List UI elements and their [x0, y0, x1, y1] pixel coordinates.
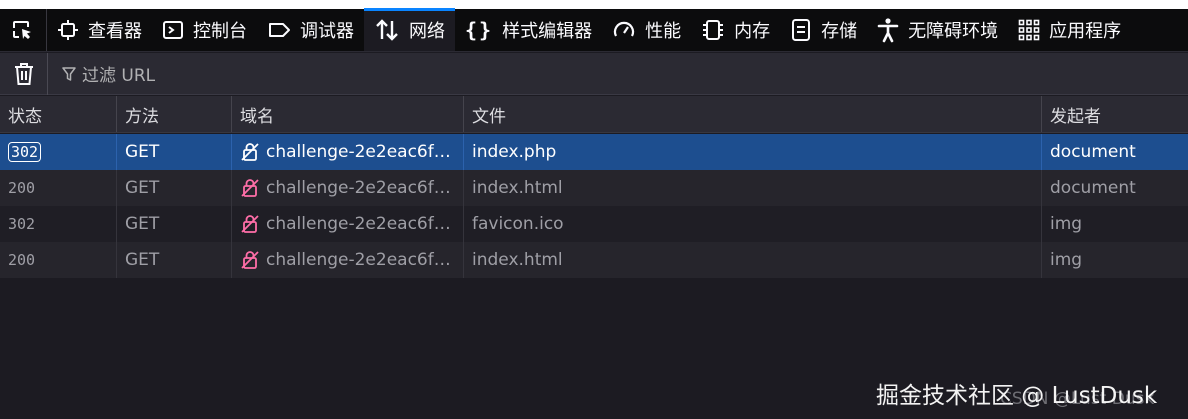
insecure-lock-icon [241, 251, 259, 269]
element-picker-icon [13, 21, 31, 39]
window-top-border [0, 0, 1188, 9]
status-badge: 302 [8, 215, 36, 233]
trash-icon [14, 62, 33, 85]
tab-label: 内存 [734, 21, 771, 42]
devtools-tab-bar: 查看器 控制台 调试器 网络 {} 样式编辑器 性能 内存 存储 无障碍环境 应… [0, 8, 1188, 52]
style-editor-icon: {} [465, 18, 494, 42]
requests-table-header: 状态 方法 域名 文件 发起者 [0, 96, 1188, 133]
filter-url-input[interactable]: 过滤 URL [48, 61, 155, 86]
domain-cell: challenge-2e2eac6fab... [232, 206, 464, 242]
method-cell: GET [117, 170, 232, 206]
storage-icon [792, 19, 811, 41]
tab-application[interactable]: 应用程序 [1008, 9, 1131, 51]
status-badge: 200 [8, 179, 36, 197]
domain-text: challenge-2e2eac6fab... [266, 250, 458, 270]
filter-icon [62, 66, 76, 81]
tab-accessibility[interactable]: 无障碍环境 [867, 9, 1008, 51]
tab-label: 控制台 [193, 21, 247, 42]
tab-label: 存储 [821, 21, 858, 42]
insecure-lock-icon [241, 179, 259, 197]
tab-label: 无障碍环境 [908, 21, 999, 42]
status-cell: 302 [0, 206, 117, 242]
tab-memory[interactable]: 内存 [691, 9, 780, 51]
tab-label: 网络 [409, 21, 445, 42]
domain-text: challenge-2e2eac6fab... [266, 142, 458, 162]
insecure-lock-icon [241, 215, 259, 233]
status-cell: 200 [0, 242, 117, 278]
status-badge: 302 [8, 142, 42, 162]
domain-text: challenge-2e2eac6fab... [266, 214, 458, 234]
debugger-icon [269, 23, 290, 37]
inspector-icon [58, 20, 78, 40]
tab-inspector[interactable]: 查看器 [47, 9, 152, 51]
element-picker-button[interactable] [0, 9, 47, 51]
watermark: 掘金技术社区 @ LustDusk [876, 383, 1158, 409]
domain-cell: challenge-2e2eac6fab... [232, 134, 464, 170]
tab-label: 样式编辑器 [502, 21, 593, 42]
file-cell: index.html [464, 170, 1042, 206]
domain-text: challenge-2e2eac6fab... [266, 178, 458, 198]
accessibility-icon [877, 18, 899, 43]
status-cell: 302 [0, 134, 117, 170]
domain-cell: challenge-2e2eac6fab... [232, 242, 464, 278]
method-cell: GET [117, 206, 232, 242]
method-cell: GET [117, 242, 232, 278]
tab-storage[interactable]: 存储 [780, 9, 867, 51]
column-header-file[interactable]: 文件 [464, 96, 1042, 132]
memory-icon [703, 20, 724, 40]
initiator-cell: img [1050, 250, 1083, 270]
tab-label: 查看器 [88, 21, 142, 42]
table-row[interactable]: 200 GET challenge-2e2eac6fab... index.ht… [0, 242, 1188, 278]
insecure-lock-icon [241, 143, 259, 161]
network-toolbar: 过滤 URL [0, 52, 1188, 95]
tab-label: 应用程序 [1049, 21, 1122, 42]
column-header-method[interactable]: 方法 [117, 96, 232, 132]
column-header-initiator[interactable]: 发起者 [1042, 96, 1188, 132]
console-icon [163, 21, 183, 39]
initiator-cell: img [1050, 214, 1083, 234]
performance-icon [614, 21, 635, 37]
domain-cell: challenge-2e2eac6fab... [232, 170, 464, 206]
tab-label: 调试器 [300, 21, 354, 42]
initiator-cell: document [1050, 142, 1136, 162]
status-badge: 200 [8, 251, 36, 269]
initiator-cell: document [1050, 178, 1136, 198]
method-cell: GET [117, 134, 232, 170]
tab-performance[interactable]: 性能 [602, 9, 691, 51]
table-row[interactable]: 200 GET challenge-2e2eac6fab... index.ht… [0, 170, 1188, 206]
tab-label: 性能 [645, 21, 682, 42]
application-icon [1018, 19, 1040, 41]
tab-debugger[interactable]: 调试器 [257, 9, 364, 51]
tab-console[interactable]: 控制台 [152, 9, 257, 51]
clear-requests-button[interactable] [0, 52, 48, 95]
file-cell: index.html [464, 242, 1042, 278]
tab-network[interactable]: 网络 [364, 8, 455, 51]
column-header-domain[interactable]: 域名 [232, 96, 464, 132]
tab-style-editor[interactable]: {} 样式编辑器 [455, 9, 602, 51]
status-cell: 200 [0, 170, 117, 206]
filter-placeholder: 过滤 URL [82, 66, 156, 86]
table-row[interactable]: 302 GET challenge-2e2eac6fab... favicon.… [0, 206, 1188, 242]
file-cell: index.php [464, 134, 1042, 170]
column-header-status[interactable]: 状态 [0, 96, 117, 132]
file-cell: favicon.ico [464, 206, 1042, 242]
requests-table-body: 302 GET challenge-2e2eac6fab... index.ph… [0, 134, 1188, 278]
table-row[interactable]: 302 GET challenge-2e2eac6fab... index.ph… [0, 134, 1188, 170]
network-icon [376, 19, 398, 41]
